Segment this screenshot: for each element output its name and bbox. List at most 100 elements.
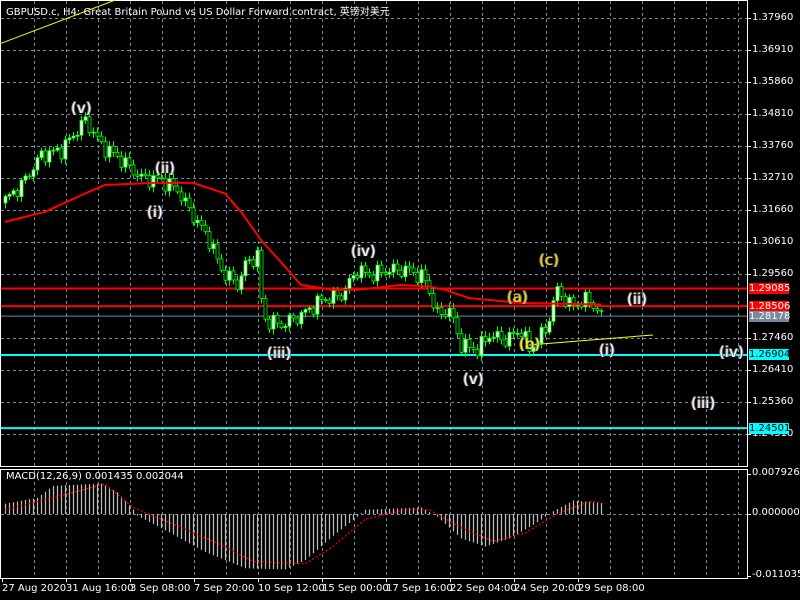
candle-body-bullish: [31, 169, 36, 177]
time-tick-label: 22 Sep 04:00: [450, 583, 517, 594]
moving-average-line: [4, 181, 602, 306]
elliott-wave-label[interactable]: (i): [147, 203, 163, 221]
elliott-wave-label[interactable]: (b): [519, 335, 540, 353]
candle-body-bullish: [463, 338, 468, 353]
candle-body-bearish: [207, 231, 212, 250]
candle-body-bearish: [203, 224, 208, 233]
time-tick-label: 27 Aug 2020: [2, 583, 67, 594]
elliott-wave-label[interactable]: (iii): [267, 344, 291, 362]
candle-body-bearish: [187, 197, 192, 209]
candle-body-bearish: [95, 131, 100, 137]
candle-body-bullish: [283, 325, 288, 328]
candle-body-bearish: [367, 272, 372, 276]
candle-body-bullish: [183, 197, 188, 202]
candle-body-bearish: [275, 314, 280, 324]
candle-body-bearish: [115, 152, 120, 157]
elliott-wave-label[interactable]: (ii): [627, 290, 647, 308]
candle-body-bearish: [559, 286, 564, 297]
candle-body-bullish: [139, 173, 144, 177]
candle-body-bearish: [131, 164, 136, 176]
candle-body-bearish: [383, 272, 388, 275]
candle-body-bullish: [123, 157, 128, 168]
candle-body-bullish: [79, 119, 84, 136]
candle-body-bearish: [411, 267, 416, 273]
candle-body-bearish: [99, 135, 104, 143]
candle-body-bullish: [447, 308, 452, 318]
price-tick-label: 1.27460: [752, 331, 794, 343]
candle-body-bullish: [515, 332, 520, 335]
candle-body-bearish: [415, 272, 420, 284]
price-tick-label: 1.36910: [752, 43, 794, 55]
candle-body-bullish: [303, 309, 308, 313]
candle-body-bearish: [407, 265, 412, 269]
candle-body-bearish: [215, 243, 220, 260]
elliott-wave-label[interactable]: (i): [599, 341, 615, 359]
price-level-label: 1.28178: [749, 310, 791, 322]
candle-body-bullish: [11, 190, 16, 195]
candle-body-bearish: [103, 141, 108, 158]
candle-body-bullish: [3, 195, 8, 204]
candle-body-bullish: [403, 265, 408, 278]
candle-body-bullish: [331, 289, 336, 304]
candle-body-bullish: [23, 175, 28, 181]
candle-body-bearish: [231, 270, 236, 281]
candle-body-bearish: [43, 150, 48, 163]
candle-body-bearish: [499, 331, 504, 341]
candle-body-bullish: [63, 139, 68, 160]
candle-body-bullish: [35, 157, 40, 171]
time-tick-label: 24 Sep 20:00: [514, 583, 581, 594]
elliott-wave-label[interactable]: (iii): [691, 394, 715, 412]
candle-body-bearish: [587, 291, 592, 304]
candle-body-bearish: [135, 174, 140, 177]
price-tick-label: 1.34810: [752, 107, 794, 119]
candle-body-bullish: [107, 145, 112, 158]
candle-body-bullish: [487, 337, 492, 342]
candle-body-bearish: [251, 259, 256, 267]
price-tick-label: 1.37960: [752, 11, 794, 23]
candle-body-bearish: [323, 299, 328, 301]
price-tick-label: 1.35860: [752, 75, 794, 87]
candle-body-bearish: [223, 269, 228, 281]
elliott-wave-label[interactable]: (iv): [719, 343, 744, 361]
candle-body-bullish: [19, 179, 24, 197]
candle-body-bullish: [391, 263, 396, 273]
candle-body-bearish: [291, 314, 296, 319]
macd-panel-frame: [0, 469, 748, 579]
macd-tick-label: 0.000000: [752, 507, 800, 518]
price-tick-label: 1.26410: [752, 363, 794, 375]
candle-body-bearish: [475, 349, 480, 357]
candle-body-bearish: [199, 219, 204, 226]
candle-body-bearish: [163, 177, 168, 192]
elliott-wave-label[interactable]: (v): [71, 99, 92, 117]
candle-body-bearish: [511, 331, 516, 334]
candle-body-bearish: [111, 145, 116, 153]
candle-body-bullish: [39, 150, 44, 159]
candle-body-bullish: [287, 314, 292, 327]
candle-body-bearish: [467, 338, 472, 348]
time-tick-label: 3 Sep 08:00: [130, 583, 191, 594]
elliott-wave-label[interactable]: (iv): [351, 242, 376, 260]
price-tick-label: 1.33760: [752, 139, 794, 151]
price-level-label: 1.29085: [749, 282, 791, 294]
elliott-wave-label[interactable]: (ii): [155, 159, 175, 177]
candle-body-bearish: [455, 317, 460, 335]
time-tick-label: 29 Sep 08:00: [578, 583, 645, 594]
time-tick-label: 31 Aug 16:00: [66, 583, 134, 594]
candle-body-bullish: [51, 149, 56, 152]
candle-body-bullish: [75, 134, 80, 137]
macd-signal-line: [4, 483, 602, 565]
elliott-wave-label[interactable]: (v): [463, 370, 484, 388]
candle-body-bearish: [279, 322, 284, 328]
chart-canvas[interactable]: [0, 0, 800, 600]
price-tick-label: 1.32710: [752, 171, 794, 183]
candle-body-bullish: [567, 297, 572, 307]
candle-body-bullish: [539, 327, 544, 344]
time-tick-label: 17 Sep 16:00: [386, 583, 453, 594]
candle-body-bearish: [443, 314, 448, 318]
price-level-label: 1.24501: [749, 422, 791, 434]
candle-body-bullish: [55, 147, 60, 151]
macd-tick-label: -0.011035: [752, 569, 800, 580]
elliott-wave-label[interactable]: (a): [507, 288, 528, 306]
candle-body-bearish: [263, 298, 268, 320]
elliott-wave-label[interactable]: (c): [539, 251, 559, 269]
